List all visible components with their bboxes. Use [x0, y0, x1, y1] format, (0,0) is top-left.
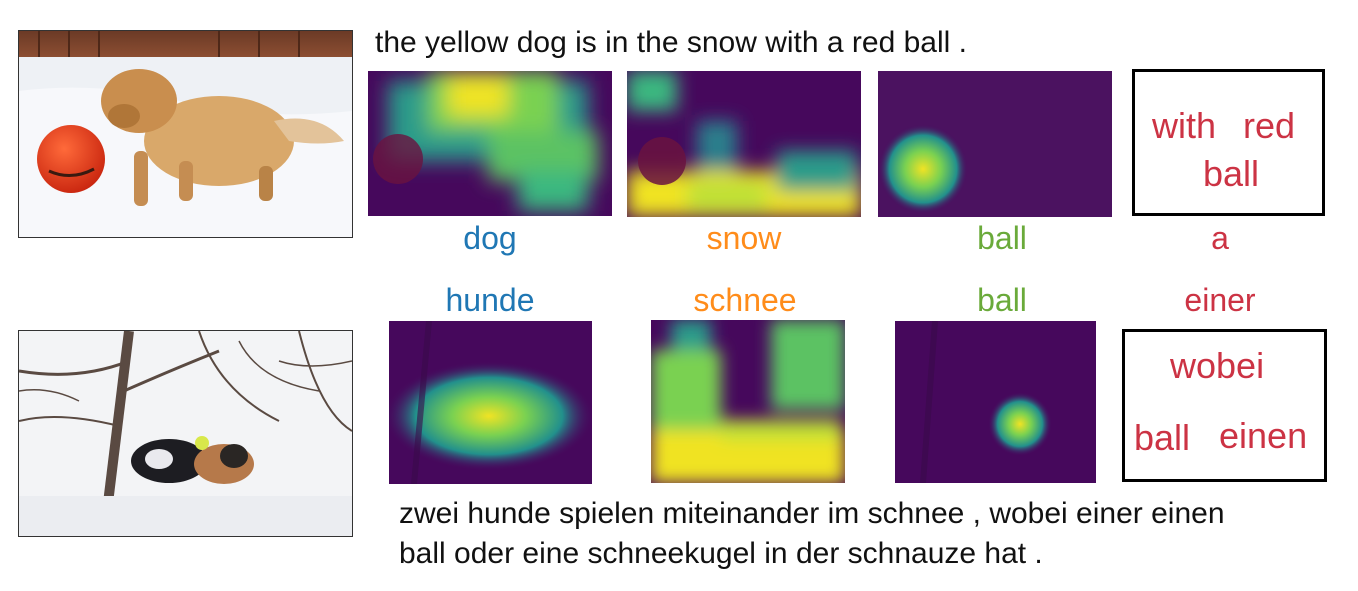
- box-word: einen: [1219, 415, 1308, 456]
- word-snow: snow: [706, 220, 782, 256]
- hunde-heatmap: [389, 321, 592, 484]
- ball-heatmap: [878, 71, 1112, 217]
- word-schnee: schnee: [693, 282, 797, 318]
- word-ball: ball: [977, 220, 1027, 256]
- word-ball-de: ball: [977, 282, 1027, 318]
- attention-map-dog: [368, 71, 612, 216]
- attention-map-snow: [627, 71, 861, 217]
- box-word: red: [1243, 105, 1296, 146]
- dog-heatmap: [368, 71, 612, 216]
- schnee-heatmap: [651, 320, 845, 483]
- german-caption-line1: zwei hunde spielen miteinander im schnee…: [399, 497, 1225, 530]
- attention-map-hunde: [389, 321, 592, 484]
- attention-map-schnee: [651, 320, 845, 483]
- ball-de-heatmap: [895, 321, 1096, 483]
- yellow-dog-image: [19, 31, 352, 237]
- box-word: ball: [1134, 417, 1191, 458]
- attention-map-ball: [878, 71, 1112, 217]
- word-hunde: hunde: [445, 282, 535, 318]
- box-word: with: [1152, 105, 1217, 146]
- photo-yellow-dog: [18, 30, 353, 238]
- word-a: a: [1211, 220, 1229, 256]
- photo-two-dogs: [18, 330, 353, 537]
- box-word: wobei: [1170, 345, 1265, 386]
- word-einer: einer: [1184, 282, 1256, 318]
- snow-heatmap: [627, 71, 861, 217]
- english-caption: the yellow dog is in the snow with a red…: [375, 26, 967, 59]
- box-word: ball: [1203, 153, 1260, 194]
- two-dogs-image: [19, 331, 352, 536]
- german-caption-line2: ball oder eine schneekugel in der schnau…: [399, 537, 1043, 570]
- attention-map-ball-de: [895, 321, 1096, 483]
- word-dog: dog: [463, 220, 517, 256]
